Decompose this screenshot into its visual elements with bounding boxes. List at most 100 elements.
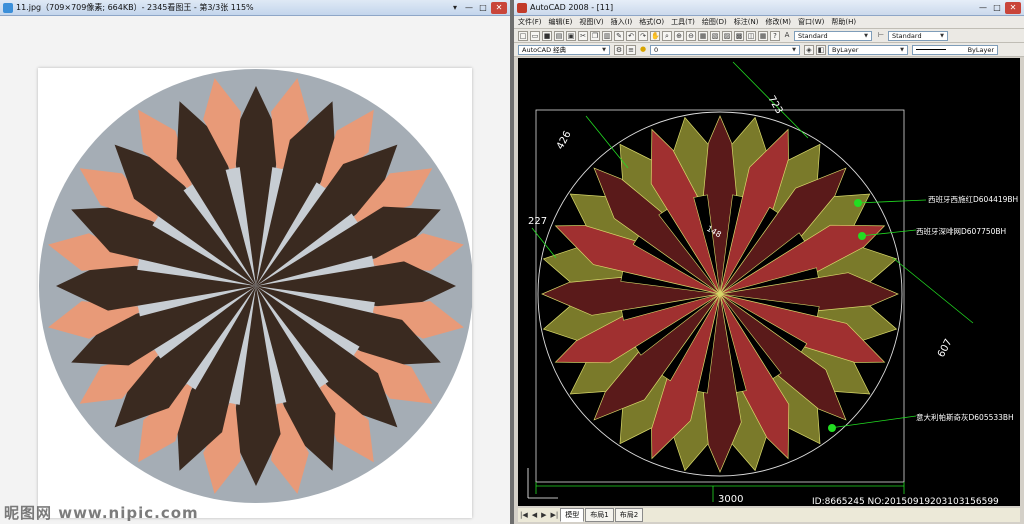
menu-edit[interactable]: 编辑(E)	[549, 17, 573, 27]
material-label-red: 西班牙西施红D604419BH	[928, 194, 1018, 204]
autocad-window: AutoCAD 2008 - [11] — □ ✕ 文件(F) 编辑(E) 视图…	[514, 0, 1024, 524]
callout-dot-1	[854, 199, 862, 207]
tab-nav-next[interactable]: ▶	[539, 511, 548, 519]
undo-icon[interactable]: ↶	[626, 30, 636, 41]
new-file-icon[interactable]: □	[518, 30, 528, 41]
save-icon[interactable]: ■	[542, 30, 552, 41]
image-app-icon	[3, 2, 13, 13]
dimension-227: 227	[528, 216, 547, 227]
calculator-icon[interactable]: ▦	[758, 30, 768, 41]
dim-style-select[interactable]: Standard ▼	[888, 30, 948, 41]
ucs-icon	[527, 468, 558, 499]
paste-icon[interactable]: ▥	[602, 30, 612, 41]
chevron-down-icon: ▼	[940, 32, 944, 39]
menu-format[interactable]: 格式(O)	[639, 17, 664, 27]
workspace-value: AutoCAD 经典	[522, 45, 567, 54]
text-style-select[interactable]: Standard ▼	[794, 30, 872, 41]
callout-dot-2	[858, 232, 866, 240]
sheet-set-icon[interactable]: ▩	[734, 30, 744, 41]
chevron-down-icon: ▼	[864, 32, 868, 39]
menu-tools[interactable]: 工具(T)	[671, 17, 695, 27]
dimension-426: 426	[555, 129, 574, 151]
cad-title: AutoCAD 2008 - [11]	[530, 3, 614, 12]
zoom-window-icon[interactable]: ⊕	[674, 30, 684, 41]
chevron-down-icon: ▼	[792, 46, 796, 53]
cad-titlebar[interactable]: AutoCAD 2008 - [11] — □ ✕	[514, 0, 1024, 16]
chevron-down-icon: ▼	[602, 46, 606, 53]
material-label-grey: 意大利帕斯奇灰D605533BH	[916, 412, 1014, 422]
cut-icon[interactable]: ✂	[578, 30, 588, 41]
menu-window[interactable]: 窗口(W)	[798, 17, 824, 27]
viewer-canvas[interactable]: 昵图网 www.nipic.com	[0, 16, 510, 524]
viewer-title: 11.jpg（709×709像素; 664KB）- 2345看图王 - 第3/3…	[16, 3, 254, 12]
layout-tabs: |◀ ◀ ▶ ▶| 模型 布局1 布局2	[518, 508, 1020, 522]
tab-nav-last[interactable]: ▶|	[549, 511, 561, 519]
layer-manager-icon[interactable]: ≡	[626, 44, 636, 55]
properties-icon[interactable]: ▦	[698, 30, 708, 41]
match-properties-icon[interactable]: ✎	[614, 30, 624, 41]
workspace-settings-icon[interactable]: ⚙	[614, 44, 624, 55]
menu-dimension[interactable]: 标注(N)	[734, 17, 759, 27]
marble-medallion	[39, 69, 472, 503]
marble-medallion-image	[38, 68, 472, 518]
cad-drawing-area[interactable]: 723 426 227 148 607 3000 西班牙西施红D604419BH…	[518, 58, 1020, 506]
tab-layout1[interactable]: 布局1	[585, 508, 614, 522]
viewer-close-button[interactable]: ✕	[491, 1, 507, 14]
chevron-down-icon: ▼	[900, 46, 904, 53]
layer-on-icon: ●	[639, 44, 647, 53]
color-select[interactable]: ByLayer ▼	[828, 44, 908, 55]
cad-maximize-button[interactable]: □	[991, 2, 1003, 14]
menu-draw[interactable]: 绘图(D)	[702, 17, 727, 27]
print-icon[interactable]: ▤	[554, 30, 564, 41]
tab-nav-first[interactable]: |◀	[518, 511, 530, 519]
cad-menubar: 文件(F) 编辑(E) 视图(V) 插入(I) 格式(O) 工具(T) 绘图(D…	[514, 16, 1024, 29]
viewer-titlebar[interactable]: 11.jpg（709×709像素; 664KB）- 2345看图王 - 第3/3…	[0, 0, 510, 16]
preview-icon[interactable]: ▣	[566, 30, 576, 41]
layer-select[interactable]: 0 ▼	[650, 44, 800, 55]
menu-insert[interactable]: 插入(I)	[611, 17, 633, 27]
zoom-realtime-icon[interactable]: ⌕	[662, 30, 672, 41]
linetype-value: ByLayer	[967, 45, 994, 54]
viewer-menu-button[interactable]: ▾	[449, 2, 461, 14]
dimension-3000: 3000	[718, 494, 743, 505]
text-style-value: Standard	[798, 31, 828, 40]
pan-icon[interactable]: ✋	[650, 30, 660, 41]
watermark-text: 昵图网 www.nipic.com	[4, 504, 199, 522]
tab-layout2[interactable]: 布局2	[614, 508, 644, 522]
design-center-icon[interactable]: ▧	[710, 30, 720, 41]
copy-icon[interactable]: ❐	[590, 30, 600, 41]
layers-toolbar: AutoCAD 经典 ▼ ⚙ ≡ ● 0 ▼ ◈ ◧ ByLayer ▼ ByLaye…	[514, 43, 1024, 57]
dim-style-icon: ⊢	[877, 30, 885, 39]
cad-medallion-pattern	[541, 115, 899, 473]
image-viewer-window: 11.jpg（709×709像素; 664KB）- 2345看图王 - 第3/3…	[0, 0, 510, 524]
menu-view[interactable]: 视图(V)	[579, 17, 603, 27]
make-current-layer-icon[interactable]: ◈	[804, 44, 814, 55]
text-style-icon: A	[784, 30, 790, 39]
color-value: ByLayer	[832, 45, 859, 54]
zoom-previous-icon[interactable]: ⊖	[686, 30, 696, 41]
menu-modify[interactable]: 修改(M)	[765, 17, 791, 27]
tab-model[interactable]: 模型	[560, 508, 585, 522]
layer-value: 0	[654, 45, 659, 54]
tab-nav-prev[interactable]: ◀	[530, 511, 539, 519]
open-file-icon[interactable]: ▭	[530, 30, 540, 41]
workspace-select[interactable]: AutoCAD 经典 ▼	[518, 44, 610, 55]
markup-icon[interactable]: ◫	[746, 30, 756, 41]
tool-palettes-icon[interactable]: ▨	[722, 30, 732, 41]
cad-close-button[interactable]: ✕	[1005, 1, 1021, 14]
menu-file[interactable]: 文件(F)	[518, 17, 542, 27]
standard-toolbar: □ ▭ ■ ▤ ▣ ✂ ❐ ▥ ✎ ↶ ↷ ✋ ⌕ ⊕ ⊖ ▦ ▧ ▨ ▩ ◫ …	[514, 29, 1024, 43]
menu-help[interactable]: 帮助(H)	[831, 17, 856, 27]
layer-previous-icon[interactable]: ◧	[816, 44, 826, 55]
cad-minimize-button[interactable]: —	[977, 2, 989, 14]
dimension-607: 607	[936, 337, 955, 359]
dimension-723: 723	[765, 94, 784, 116]
image-id-text: ID:8665245 NO:20150919203103156599	[812, 497, 999, 506]
redo-icon[interactable]: ↷	[638, 30, 648, 41]
help-icon[interactable]: ?	[770, 30, 780, 41]
linetype-select[interactable]: ByLayer	[912, 44, 998, 55]
cad-drawing: 723 426 227 148 607 3000 西班牙西施红D604419BH…	[527, 61, 1018, 505]
viewer-maximize-button[interactable]: □	[477, 2, 489, 14]
viewer-minimize-button[interactable]: —	[463, 2, 475, 14]
linetype-swatch	[916, 49, 946, 50]
